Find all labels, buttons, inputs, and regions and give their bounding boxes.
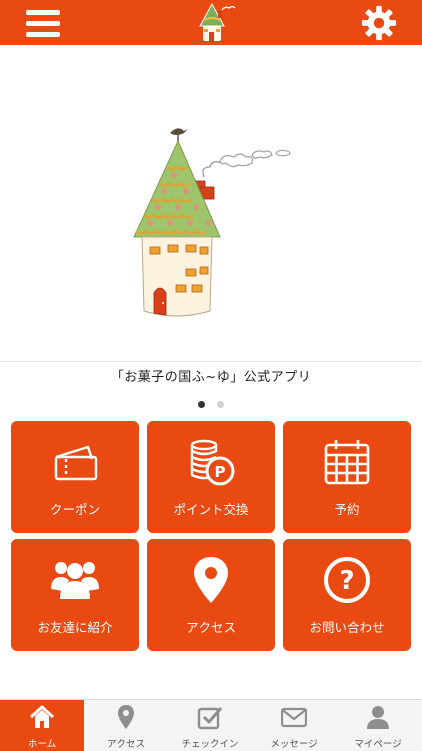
- bottom-tab-bar: ホーム アクセス チェックイン メッセージ マイページ: [0, 699, 422, 751]
- reservation-label: 予約: [334, 502, 360, 517]
- house-logo: [199, 2, 236, 41]
- contact-label: お問い合わせ: [309, 620, 385, 635]
- access-tile[interactable]: アクセス: [147, 539, 275, 651]
- point-exchange-label: ポイント交換: [173, 502, 249, 517]
- calendar-icon: [324, 440, 370, 485]
- home-icon: [29, 705, 55, 728]
- tab-home-label: ホーム: [27, 739, 57, 750]
- checkin-icon: [197, 707, 223, 730]
- app-header: [0, 0, 422, 45]
- contact-tile[interactable]: ? お問い合わせ: [283, 539, 411, 651]
- question-circle-icon: ?: [324, 557, 370, 603]
- tab-checkin[interactable]: チェックイン: [168, 700, 252, 751]
- carousel-dot-2[interactable]: [216, 401, 224, 408]
- ticket-icon: [54, 445, 98, 481]
- map-pin-icon: [194, 557, 228, 603]
- hero-caption: 「お菓子の国ふ~ゆ」公式アプリ: [110, 370, 312, 385]
- access-label: アクセス: [185, 620, 236, 635]
- coins-point-icon: P: [190, 439, 235, 486]
- refer-friend-label: お友達に紹介: [37, 620, 113, 635]
- tab-checkin-label: チェックイン: [181, 739, 239, 750]
- hero-banner[interactable]: [0, 45, 422, 362]
- svg-text:P: P: [215, 463, 226, 481]
- tab-access-label: アクセス: [106, 739, 145, 750]
- map-pin-icon: [118, 705, 134, 729]
- people-icon: [51, 562, 99, 599]
- tab-access[interactable]: アクセス: [84, 700, 168, 751]
- svg-text:?: ?: [339, 566, 354, 596]
- carousel-dot-1[interactable]: [198, 401, 206, 408]
- hamburger-menu-icon[interactable]: [26, 8, 60, 38]
- gear-icon[interactable]: [360, 4, 398, 42]
- tab-mypage-label: マイページ: [354, 739, 402, 750]
- refer-friend-tile[interactable]: お友達に紹介: [11, 539, 139, 651]
- reservation-tile[interactable]: 予約: [283, 421, 411, 533]
- tab-home[interactable]: ホーム: [0, 700, 84, 751]
- coupon-label: クーポン: [49, 502, 100, 517]
- carousel-indicator[interactable]: [0, 393, 422, 412]
- tab-mypage[interactable]: マイページ: [336, 700, 420, 751]
- tab-message[interactable]: メッセージ: [252, 700, 336, 751]
- envelope-icon: [281, 707, 307, 728]
- user-icon: [367, 706, 389, 729]
- point-exchange-tile[interactable]: P ポイント交換: [147, 421, 275, 533]
- coupon-tile[interactable]: クーポン: [11, 421, 139, 533]
- house-illustration: [133, 128, 291, 317]
- tab-message-label: メッセージ: [270, 739, 318, 750]
